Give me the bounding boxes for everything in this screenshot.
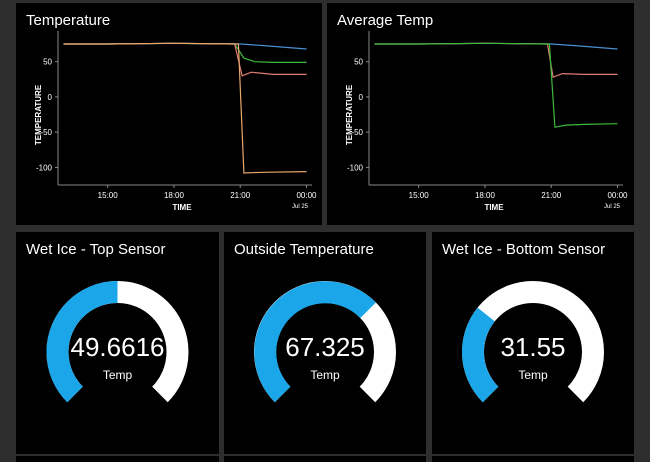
next-panel-edge: [432, 456, 634, 462]
gauge-value: 49.6616: [70, 332, 165, 362]
wet-ice-bottom-sensor-panel: Wet Ice - Bottom Sensor 31.55 Temp: [432, 232, 634, 454]
next-panel-edge: [16, 456, 219, 462]
y-tick-label: -50: [351, 128, 363, 137]
series-line-1[interactable]: [374, 42, 618, 79]
series-line-2[interactable]: [63, 42, 307, 77]
wet-ice-top-sensor-panel: Wet Ice - Top Sensor 49.6616 Temp: [16, 232, 219, 454]
gauge-unit: Temp: [102, 368, 133, 382]
y-tick-label: 50: [43, 58, 52, 67]
series-line-2[interactable]: [374, 42, 618, 128]
temperature-chart-panel: Temperature TEMPERATURE TIME Jul 25 50 0-…: [16, 3, 322, 225]
y-tick-label: -100: [36, 163, 53, 172]
y-tick-label: 0: [48, 93, 53, 102]
x-tick-label: 15:00: [98, 191, 119, 200]
gauge-unit: Temp: [310, 368, 340, 382]
outside-temperature-panel: Outside Temperature 67.325 Temp: [224, 232, 426, 454]
x-tick-label: 18:00: [164, 191, 185, 200]
x-tick-label: 21:00: [541, 191, 562, 200]
x-tick-label: 00:00: [607, 191, 628, 200]
temperature-line-chart[interactable]: TEMPERATURE TIME Jul 25 500-50-10015:00 1…: [16, 3, 322, 225]
x-axis-label: TIME: [172, 203, 192, 212]
x-tick-label: 21:00: [230, 191, 251, 200]
x-tick-label: 15:00: [409, 191, 430, 200]
x-tick-label: 18:00: [475, 191, 496, 200]
average-temp-line-chart[interactable]: TEMPERATURE TIME Jul 25 500-50-10015:00 1…: [327, 3, 634, 225]
gauge-unit: Temp: [518, 368, 548, 382]
y-tick-label: 50: [354, 58, 363, 67]
x-date-label: Jul 25: [292, 204, 309, 210]
gauge-value: 67.325: [285, 332, 365, 362]
gauge-value: 31.55: [500, 332, 566, 362]
average-temp-chart-panel: Average Temp TEMPERATURE TIME Jul 25 50 0…: [327, 3, 634, 225]
y-tick-label: -100: [347, 163, 364, 172]
y-tick-label: -50: [40, 128, 52, 137]
x-tick-label: 00:00: [296, 191, 317, 200]
x-date-label: Jul 25: [604, 204, 621, 210]
next-panel-edge: [224, 456, 426, 462]
x-axis-label: TIME: [484, 203, 504, 212]
y-tick-label: 0: [359, 93, 364, 102]
